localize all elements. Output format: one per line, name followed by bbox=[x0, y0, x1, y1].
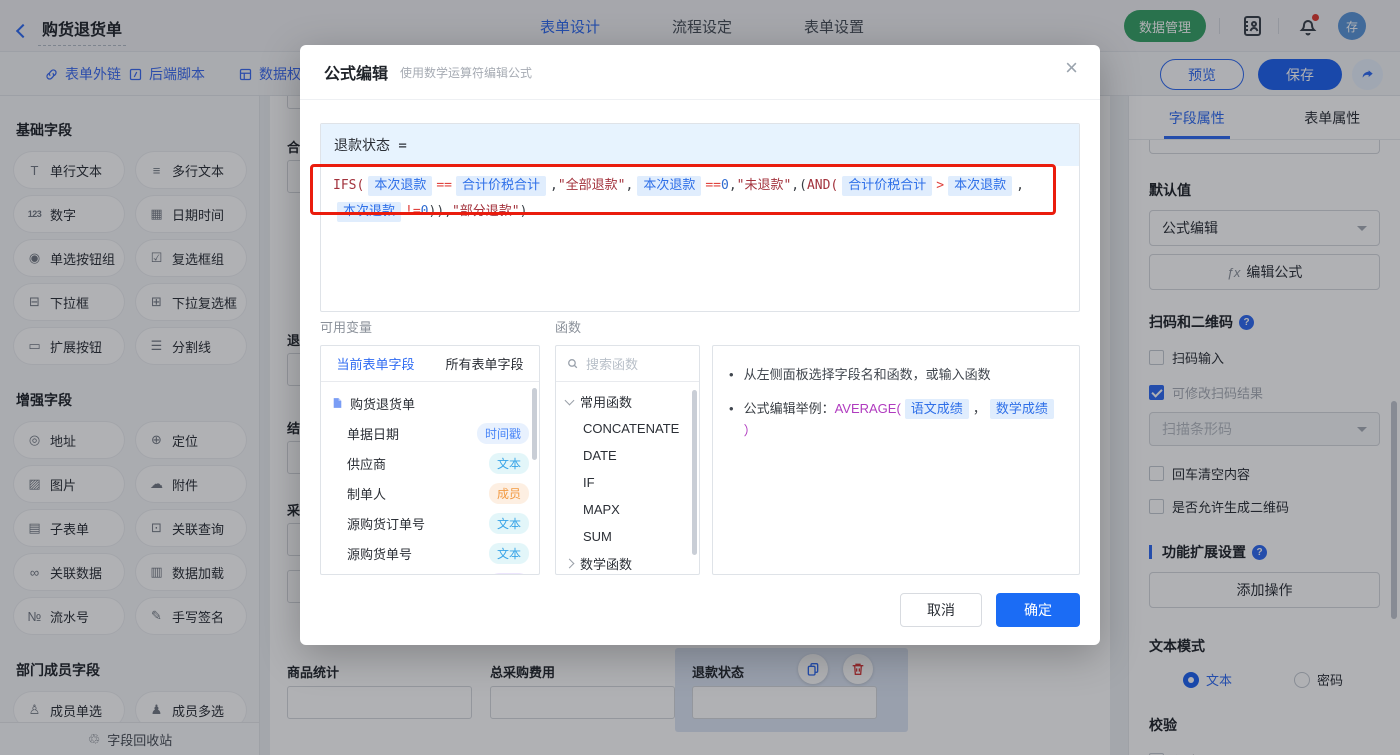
variable-name: 源购货单号 bbox=[347, 546, 413, 562]
formula-field-chip[interactable]: 本次退款 bbox=[948, 176, 1013, 196]
variable-item[interactable]: 制单人 成员 bbox=[321, 478, 539, 508]
formula-token: , bbox=[728, 178, 737, 193]
variable-type-badge: 时间戳 bbox=[476, 422, 529, 444]
variable-name: 单据日期 bbox=[347, 426, 400, 442]
formula-token: )), bbox=[428, 204, 452, 219]
function-label: DATE bbox=[583, 448, 617, 463]
variable-name: 退货明细.商品条形码 bbox=[347, 574, 468, 575]
function-group[interactable]: 数学函数 bbox=[556, 550, 699, 574]
functions-scrollbar[interactable] bbox=[692, 390, 697, 555]
variable-item[interactable]: 源购货订单号 文本 bbox=[321, 508, 539, 538]
formula-token: ,( bbox=[791, 178, 807, 193]
variable-item[interactable]: 源购货单号 文本 bbox=[321, 538, 539, 568]
search-icon bbox=[568, 359, 578, 369]
example-token: 公式编辑举例： bbox=[743, 401, 835, 416]
tip-line: • 公式编辑举例：AVERAGE(语文成绩，数学成绩 ） bbox=[729, 398, 1063, 442]
variable-type-badge: 数组 bbox=[488, 572, 529, 574]
tab-all-form-fields[interactable]: 所有表单字段 bbox=[430, 346, 539, 381]
functions-panel-label: 函数 bbox=[555, 320, 582, 335]
function-label: 数学函数 bbox=[580, 557, 633, 572]
functions-panel: 搜索函数 常用函数CONCATENATEDATEIFMAPXSUM数学函数文本函… bbox=[555, 345, 700, 575]
example-token: ） bbox=[743, 423, 757, 438]
formula-editor-modal: 公式编辑 使用数学运算符编辑公式 × 退款状态 = IFS(本次退款 == 合计价税… bbox=[300, 45, 1100, 645]
variables-scrollbar[interactable] bbox=[532, 388, 537, 460]
function-label: 常用函数 bbox=[580, 395, 633, 410]
variable-tree-root[interactable]: 购货退货单 bbox=[321, 388, 539, 418]
modal-title: 公式编辑 bbox=[324, 66, 389, 83]
formula-token: 0 bbox=[720, 178, 729, 193]
app-window: 购货退货单 表单设计 流程设定 表单设置 数据管理 存 表单外链 后端脚本 数据… bbox=[0, 0, 1400, 755]
formula-field-chip[interactable]: 合计价税合计 bbox=[455, 176, 546, 196]
search-placeholder: 搜索函数 bbox=[586, 357, 639, 372]
chevron-down-icon bbox=[564, 395, 575, 405]
formula-token: > bbox=[936, 178, 945, 193]
function-search-box[interactable]: 搜索函数 bbox=[556, 346, 699, 382]
variable-item[interactable]: 退货明细.商品条形码 数组 bbox=[321, 568, 539, 575]
formula-token: != bbox=[405, 204, 421, 219]
formula-field-chip[interactable]: 本次退款 bbox=[637, 176, 702, 196]
formula-token: "全部退款" bbox=[557, 178, 626, 193]
formula-token: == bbox=[436, 178, 452, 193]
variable-item[interactable]: 单据日期 时间戳 bbox=[321, 418, 539, 448]
function-label: MAPX bbox=[583, 502, 620, 517]
function-item[interactable]: IF bbox=[556, 469, 699, 496]
variable-name: 供应商 bbox=[347, 456, 387, 472]
formula-token: == bbox=[705, 178, 721, 193]
variables-panel-label: 可用变量 bbox=[320, 320, 373, 335]
formula-token: , bbox=[625, 178, 634, 193]
modal-subtitle: 使用数学运算符编辑公式 bbox=[400, 65, 533, 80]
example-field-chip: 数学成绩 bbox=[989, 399, 1054, 419]
function-label: CONCATENATE bbox=[583, 421, 680, 436]
example-token: ， bbox=[972, 401, 986, 416]
formula-token: IFS( bbox=[333, 178, 365, 193]
bullet: • bbox=[729, 367, 734, 382]
formula-input[interactable]: IFS(本次退款 == 合计价税合计 ,"全部退款", 本次退款 ==0,"未退款",(A… bbox=[321, 166, 1079, 232]
cancel-button[interactable]: 取消 bbox=[900, 593, 982, 627]
variable-type-badge: 成员 bbox=[488, 482, 529, 504]
formula-token: , bbox=[550, 178, 558, 193]
variable-name: 制单人 bbox=[347, 486, 387, 502]
variable-name: 源购货订单号 bbox=[347, 516, 426, 532]
chevron-right-icon bbox=[564, 558, 575, 569]
formula-target: 退款状态 = bbox=[321, 124, 1079, 166]
bullet: • bbox=[729, 401, 734, 416]
example-field-chip: 语文成绩 bbox=[904, 399, 969, 419]
tip-line: • 从左侧面板选择字段名和函数，或输入函数 bbox=[729, 364, 1063, 386]
function-group[interactable]: 常用函数 bbox=[556, 388, 699, 415]
formula-token: AND( bbox=[806, 178, 839, 193]
formula-field-chip[interactable]: 本次退款 bbox=[337, 202, 402, 222]
formula-token: ) bbox=[519, 204, 528, 219]
function-item[interactable]: MAPX bbox=[556, 496, 699, 523]
variable-form-name: 购货退货单 bbox=[350, 396, 416, 412]
formula-help-panel: • 从左侧面板选择字段名和函数，或输入函数 • 公式编辑举例：AVERAGE(语… bbox=[712, 345, 1080, 575]
tab-current-form-fields[interactable]: 当前表单字段 bbox=[321, 346, 430, 381]
confirm-button[interactable]: 确定 bbox=[996, 593, 1080, 627]
function-item[interactable]: CONCATENATE bbox=[556, 415, 699, 442]
tip-text: 从左侧面板选择字段名和函数，或输入函数 bbox=[743, 367, 991, 382]
formula-field-chip[interactable]: 合计价税合计 bbox=[842, 176, 933, 196]
modal-header: 公式编辑 使用数学运算符编辑公式 × bbox=[300, 45, 1100, 100]
variables-panel: 当前表单字段 所有表单字段 购货退货单 单据日期 时间戳 供应商 文本 制单人 成员 源购货订… bbox=[320, 345, 540, 575]
example-token: AVERAGE( bbox=[834, 401, 901, 416]
variable-type-badge: 文本 bbox=[488, 512, 529, 534]
formula-token: "未退款" bbox=[736, 178, 792, 193]
formula-token: 0 bbox=[420, 204, 429, 219]
tip-example: 公式编辑举例：AVERAGE(语文成绩，数学成绩 ） bbox=[744, 398, 1063, 442]
modal-footer: 取消 确定 bbox=[900, 593, 1080, 627]
formula-editor-box: 退款状态 = IFS(本次退款 == 合计价税合计 ,"全部退款", 本次退款 ==0,"… bbox=[320, 123, 1080, 312]
document-icon bbox=[333, 398, 342, 408]
formula-field-chip[interactable]: 本次退款 bbox=[368, 176, 433, 196]
variables-tabs: 当前表单字段 所有表单字段 bbox=[321, 346, 539, 382]
variable-type-badge: 文本 bbox=[488, 452, 529, 474]
function-item[interactable]: DATE bbox=[556, 442, 699, 469]
function-label: IF bbox=[583, 475, 595, 490]
variable-item[interactable]: 供应商 文本 bbox=[321, 448, 539, 478]
function-item[interactable]: SUM bbox=[556, 523, 699, 550]
formula-token: "部分退款" bbox=[451, 204, 520, 219]
variable-type-badge: 文本 bbox=[488, 542, 529, 564]
formula-token: , bbox=[1016, 178, 1024, 193]
function-label: SUM bbox=[583, 529, 612, 544]
close-icon[interactable]: × bbox=[1065, 57, 1078, 79]
